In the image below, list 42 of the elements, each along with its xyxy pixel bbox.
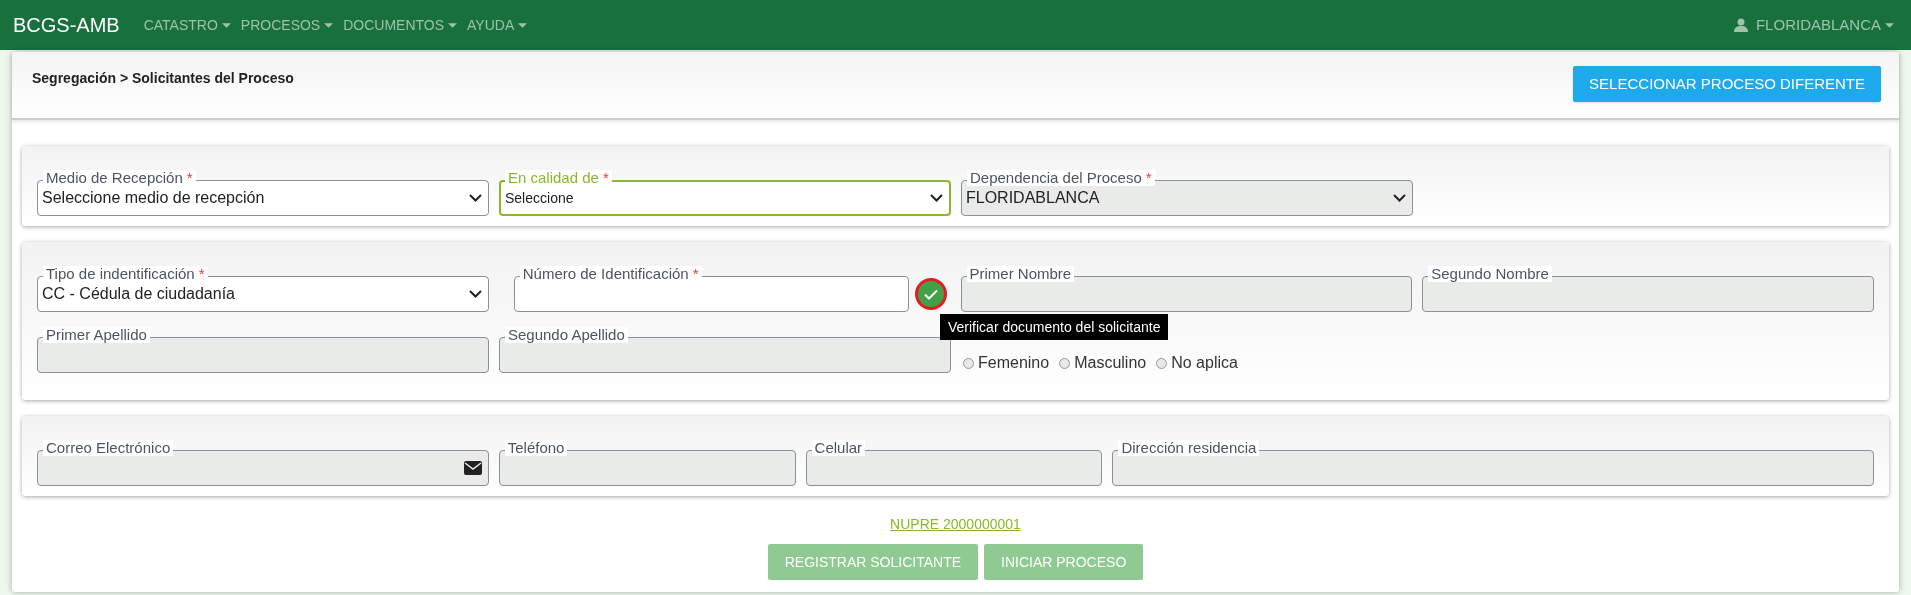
brand-title[interactable]: BCGS-AMB xyxy=(13,10,120,40)
breadcrumb: Segregación > Solicitantes del Proceso xyxy=(32,69,294,88)
field-label: Primer Nombre xyxy=(966,266,1075,282)
chevron-down-icon xyxy=(930,194,943,202)
caret-icon xyxy=(324,22,334,28)
chevron-down-icon xyxy=(468,290,482,298)
chevron-down-icon xyxy=(469,194,482,202)
user-menu[interactable]: FLORIDABLANCA xyxy=(1755,13,1894,37)
nav-menu[interactable]: AYUDA xyxy=(467,14,528,36)
caret-icon xyxy=(518,22,528,28)
tooltip: Verificar documento del solicitante xyxy=(940,314,1169,340)
user-icon xyxy=(1733,18,1748,32)
field-label: Medio de Recepción * xyxy=(43,170,196,186)
radio-label: Femenino xyxy=(978,353,1050,373)
field-label: Celular xyxy=(811,440,866,456)
envelope-icon xyxy=(463,461,482,475)
field-label: Teléfono xyxy=(504,440,568,456)
nav-menu[interactable]: PROCESOS xyxy=(240,14,334,36)
nav-menu[interactable]: CATASTRO xyxy=(143,14,231,36)
caret-icon xyxy=(221,22,231,28)
radio-button[interactable] xyxy=(1059,357,1071,369)
field-label: Dirección residencia xyxy=(1118,440,1260,456)
field-label: Tipo de indentificación * xyxy=(43,266,208,282)
radio-button[interactable] xyxy=(963,357,974,369)
radio-label: Masculino xyxy=(1074,353,1147,373)
field-label: Dependencia del Proceso * xyxy=(967,170,1155,186)
field-label: Segundo Nombre xyxy=(1428,266,1552,282)
check-icon xyxy=(923,288,938,300)
verify-button[interactable] xyxy=(914,278,947,310)
chevron-down-icon xyxy=(1393,194,1406,202)
caret-icon xyxy=(448,22,458,28)
select-process-button[interactable]: SELECCIONAR PROCESO DIFERENTE xyxy=(1573,66,1881,102)
radio-button[interactable] xyxy=(1156,357,1168,369)
caret-icon xyxy=(1885,22,1894,28)
field-label: Segundo Apellido xyxy=(505,327,628,343)
field-label: Correo Electrónico xyxy=(43,440,174,456)
radio-label: No aplica xyxy=(1171,353,1238,373)
field-label: Número de Identificación * xyxy=(519,266,702,282)
field-label: Primer Apellido xyxy=(43,327,150,343)
nav-menu[interactable]: DOCUMENTOS xyxy=(343,14,458,36)
nupre-link[interactable]: NUPRE 2000000001 xyxy=(890,514,1021,535)
field-label: En calidad de * xyxy=(505,170,612,186)
